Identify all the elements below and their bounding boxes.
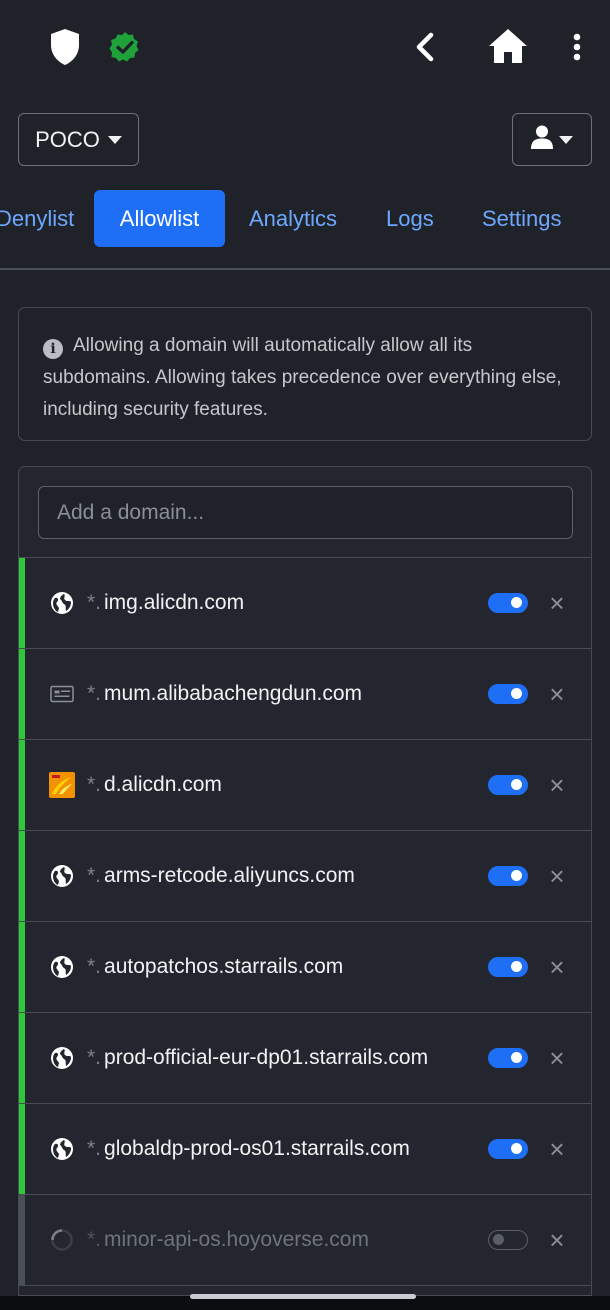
allowlist-row: *. autopatchos.starrails.com × (19, 922, 591, 1013)
alicdn-logo-icon (49, 772, 75, 798)
enable-toggle[interactable] (488, 1230, 528, 1250)
tab-denylist[interactable]: Denylist (0, 190, 74, 247)
tabs-divider (0, 268, 610, 270)
remove-x-icon[interactable]: × (545, 863, 569, 889)
add-domain-input[interactable] (38, 486, 573, 539)
disabled-indicator (19, 1195, 25, 1285)
info-icon: i (43, 339, 63, 359)
home-icon[interactable] (486, 25, 530, 67)
allowlist-row: *. mum.alibabachengdun.com × (19, 649, 591, 740)
enable-toggle[interactable] (488, 593, 528, 613)
caret-down-icon (559, 135, 573, 144)
profile-dropdown[interactable]: POCO (18, 113, 139, 166)
allowlist-row: *. prod-official-eur-dp01.starrails.com × (19, 1013, 591, 1104)
domain-name: *. autopatchos.starrails.com (87, 955, 344, 978)
tab-allowlist[interactable]: Allowlist (94, 190, 225, 247)
enable-toggle[interactable] (488, 684, 528, 704)
remove-x-icon[interactable]: × (545, 1045, 569, 1071)
enable-toggle[interactable] (488, 1048, 528, 1068)
remove-x-icon[interactable]: × (545, 954, 569, 980)
domain-name: *. globaldp-prod-os01.starrails.com (87, 1137, 410, 1160)
remove-x-icon[interactable]: × (545, 590, 569, 616)
enabled-indicator (19, 1104, 25, 1194)
info-text: Allowing a domain will automatically all… (43, 335, 562, 420)
loading-spinner-icon (49, 1227, 75, 1253)
domain-name: *. d.alicdn.com (87, 773, 222, 796)
enabled-indicator (19, 740, 25, 830)
allowlist-row: *. img.alicdn.com × (19, 558, 591, 649)
tab-analytics[interactable]: Analytics (249, 190, 337, 247)
globe-icon (49, 1136, 75, 1162)
top-bar (0, 0, 610, 95)
user-menu-button[interactable] (512, 113, 592, 166)
enabled-indicator (19, 649, 25, 739)
tab-settings[interactable]: Settings (482, 190, 562, 247)
card-icon (49, 681, 75, 707)
nav-tabs: Denylist Allowlist Analytics Logs Settin… (0, 190, 610, 247)
tab-logs[interactable]: Logs (386, 190, 434, 247)
home-indicator[interactable] (190, 1294, 416, 1299)
user-icon (531, 125, 553, 154)
domain-name: *. minor-api-os.hoyoverse.com (87, 1228, 369, 1251)
domain-name: *. prod-official-eur-dp01.starrails.com (87, 1046, 429, 1069)
allowlist-row: *. arms-retcode.aliyuncs.com × (19, 831, 591, 922)
enabled-indicator (19, 922, 25, 1012)
back-chevron-icon[interactable] (408, 30, 442, 64)
add-domain-row (19, 467, 591, 558)
remove-x-icon[interactable]: × (545, 1136, 569, 1162)
caret-down-icon (107, 135, 122, 144)
globe-icon (49, 1045, 75, 1071)
allowlist-row: *. d.alicdn.com × (19, 740, 591, 831)
domain-name: *. mum.alibabachengdun.com (87, 682, 363, 705)
globe-icon (49, 954, 75, 980)
shield-icon (47, 27, 83, 67)
enable-toggle[interactable] (488, 1139, 528, 1159)
allowlist-row: *. minor-api-os.hoyoverse.com × (19, 1195, 591, 1286)
enabled-indicator (19, 558, 25, 648)
allowlist-card: *.img.alicdn.com × *.mum.alibabachengdun… (18, 466, 592, 1296)
enable-toggle[interactable] (488, 775, 528, 795)
verified-badge-icon (108, 30, 142, 64)
domain-name: *. arms-retcode.aliyuncs.com (87, 864, 355, 887)
remove-x-icon[interactable]: × (545, 772, 569, 798)
enabled-indicator (19, 831, 25, 921)
enabled-indicator (19, 1013, 25, 1103)
allowlist-info-box: i Allowing a domain will automatically al… (18, 307, 592, 441)
enable-toggle[interactable] (488, 866, 528, 886)
remove-x-icon[interactable]: × (545, 1227, 569, 1253)
remove-x-icon[interactable]: × (545, 681, 569, 707)
allowlist-row: *. globaldp-prod-os01.starrails.com × (19, 1104, 591, 1195)
domain-name: *. img.alicdn.com (87, 591, 245, 614)
globe-icon (49, 590, 75, 616)
profile-name: POCO (35, 126, 100, 152)
enable-toggle[interactable] (488, 957, 528, 977)
more-vert-icon[interactable] (566, 30, 588, 64)
globe-icon (49, 863, 75, 889)
